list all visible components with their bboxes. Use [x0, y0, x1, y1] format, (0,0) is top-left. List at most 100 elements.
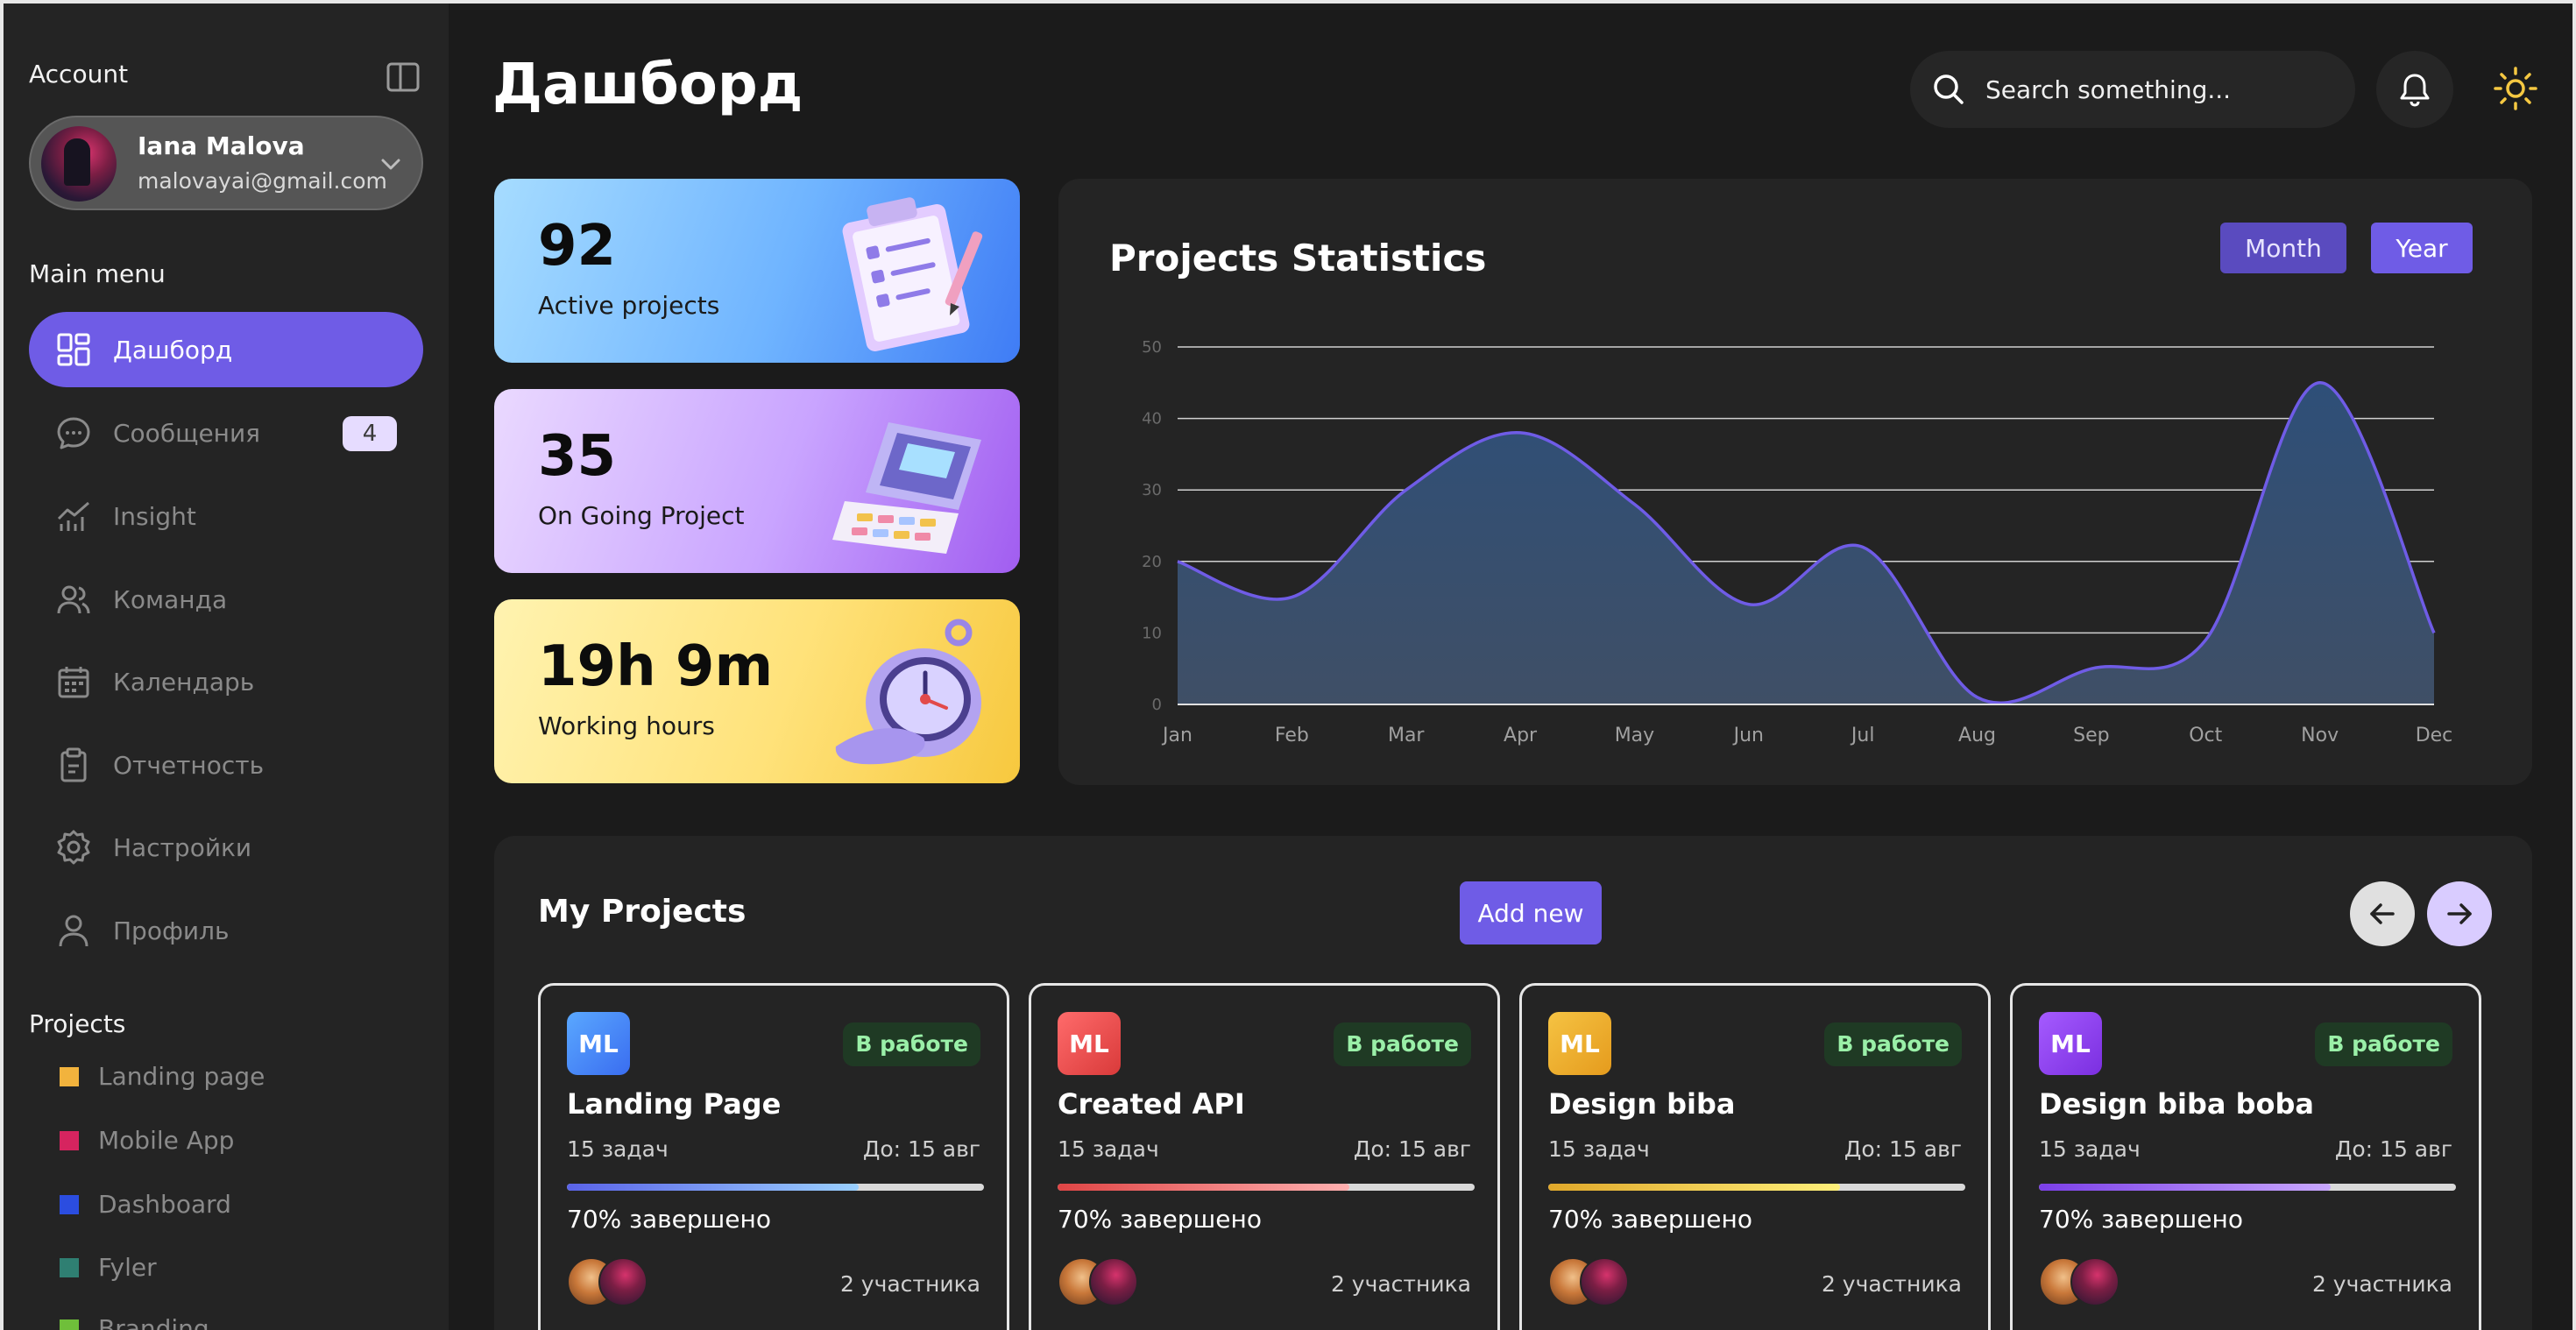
project-logo: ML [2039, 1012, 2102, 1075]
x-tick-label: Jul [1850, 725, 1875, 746]
add-new-button[interactable]: Add new [1460, 881, 1602, 944]
project-card[interactable]: ML В работе Design biba boba 15 задач До… [2010, 983, 2481, 1330]
member-avatars [567, 1257, 655, 1310]
due-date: До: 15 авг [862, 1136, 980, 1162]
project-card[interactable]: ML В работе Created API 15 задач До: 15 … [1029, 983, 1500, 1330]
search-bar[interactable]: Search something... [1910, 51, 2355, 128]
sidebar-project-label: Branding [98, 1314, 209, 1330]
project-color-swatch [60, 1319, 79, 1330]
sidebar-project-fyler[interactable]: Fyler [60, 1253, 157, 1282]
y-tick-label: 10 [1142, 624, 1162, 642]
progress-label: 70% завершено [567, 1205, 771, 1234]
project-card[interactable]: ML В работе Landing Page 15 задач До: 15… [538, 983, 1009, 1330]
account-heading: Account [29, 60, 129, 88]
period-year-button[interactable]: Year [2371, 223, 2473, 273]
sidebar-project-label: Dashboard [98, 1190, 231, 1219]
search-input[interactable]: Search something... [1985, 75, 2231, 104]
project-title: Created API [1058, 1087, 1245, 1121]
avatar [598, 1257, 648, 1306]
due-date: До: 15 авг [1353, 1136, 1471, 1162]
sidebar-item-label: Настройки [113, 832, 252, 862]
stat-card-working-hours[interactable]: 19h 9m Working hours [494, 599, 1020, 783]
chart-line-icon [57, 501, 89, 531]
stat-card-active-projects[interactable]: 92 Active projects [494, 179, 1020, 363]
account-switcher[interactable]: Iana Malova malovayai@gmail.com [29, 116, 423, 210]
theme-toggle-sun-icon[interactable] [2492, 65, 2539, 112]
progress-fill [567, 1184, 860, 1191]
task-count: 15 задач [2039, 1136, 2141, 1162]
gear-icon [57, 830, 90, 865]
user-icon [59, 915, 88, 947]
stat-value: 35 [538, 424, 617, 489]
x-tick-label: Dec [2416, 725, 2453, 746]
x-tick-label: Mar [1388, 725, 1425, 746]
sidebar-project-landing-page[interactable]: Landing page [60, 1062, 265, 1091]
app-window: Account Iana Malova malovayai@gmail.com … [0, 0, 2576, 1330]
chevron-down-icon [381, 159, 400, 170]
notifications-button[interactable] [2376, 51, 2453, 128]
sidebar-item-settings[interactable]: Настройки [29, 810, 423, 885]
sidebar-item-reports[interactable]: Отчетность [29, 727, 423, 803]
stat-value: 19h 9m [538, 634, 774, 699]
stat-label: Active projects [538, 291, 720, 320]
project-logo: ML [567, 1012, 630, 1075]
x-tick-label: Sep [2073, 725, 2109, 746]
stat-label: Working hours [538, 711, 715, 740]
x-tick-label: May [1615, 725, 1654, 746]
due-date: До: 15 авг [1844, 1136, 1962, 1162]
task-count: 15 задач [567, 1136, 669, 1162]
account-email: malovayai@gmail.com [138, 168, 387, 194]
x-tick-label: Jun [1732, 725, 1764, 746]
sidebar-toggle-icon[interactable] [386, 60, 421, 95]
sidebar-project-mobile-app[interactable]: Mobile App [60, 1126, 234, 1155]
carousel-next-button[interactable] [2427, 881, 2492, 946]
sidebar-item-calendar[interactable]: Календарь [29, 644, 423, 719]
dashboard-icon [57, 333, 90, 366]
projects-heading: Projects [29, 1009, 126, 1038]
progress-bar [1548, 1184, 1965, 1191]
project-card[interactable]: ML В работе Design biba 15 задач До: 15 … [1519, 983, 1991, 1330]
sidebar-item-label: Дашборд [113, 335, 233, 364]
stat-card-ongoing-projects[interactable]: 35 On Going Project [494, 389, 1020, 573]
clipboard-checklist-icon [842, 197, 983, 351]
sidebar-item-insight[interactable]: Insight [29, 478, 423, 554]
sidebar-item-dashboard[interactable]: Дашборд [29, 312, 423, 387]
projects-statistics-card: 0 10 20 30 40 50 Jan Feb Mar Apr May Jun Jul Aug Sep O… [1058, 179, 2532, 785]
page-title: Дашборд [492, 53, 803, 117]
calendar-icon [58, 667, 89, 698]
period-month-button[interactable]: Month [2220, 223, 2346, 273]
project-title: Design biba boba [2039, 1087, 2315, 1121]
member-count: 2 участника [1330, 1271, 1471, 1297]
sidebar-item-messages[interactable]: Сообщения 4 [29, 395, 423, 470]
stopwatch-icon [835, 619, 981, 765]
sidebar-item-label: Insight [113, 501, 196, 531]
task-count: 15 задач [1548, 1136, 1650, 1162]
sidebar-item-profile[interactable]: Профиль [29, 893, 423, 968]
progress-label: 70% завершено [1058, 1205, 1262, 1234]
x-tick-label: Apr [1504, 725, 1538, 746]
sidebar-project-label: Mobile App [98, 1126, 235, 1155]
status-badge: В работе [843, 1022, 980, 1066]
section-title: My Projects [538, 894, 747, 930]
account-name: Iana Malova [138, 131, 305, 160]
member-count: 2 участника [839, 1271, 980, 1297]
carousel-prev-button[interactable] [2350, 881, 2415, 946]
chat-icon [57, 417, 90, 449]
project-color-swatch [60, 1194, 79, 1214]
search-icon [1934, 74, 1964, 104]
progress-label: 70% завершено [1548, 1205, 1752, 1234]
status-badge: В работе [2315, 1022, 2452, 1066]
member-count: 2 участника [1821, 1271, 1962, 1297]
sidebar-item-team[interactable]: Команда [29, 562, 423, 637]
users-icon [57, 585, 90, 614]
progress-fill [1548, 1184, 1841, 1191]
sidebar-project-dashboard[interactable]: Dashboard [60, 1190, 231, 1219]
project-title: Landing Page [567, 1087, 782, 1121]
avatar [1089, 1257, 1138, 1306]
main-menu-heading: Main menu [29, 259, 166, 288]
avatar [2070, 1257, 2120, 1306]
avatar [41, 126, 117, 202]
due-date: До: 15 авг [2334, 1136, 2452, 1162]
sidebar-project-branding[interactable]: Branding [60, 1314, 209, 1330]
stat-value: 92 [538, 214, 617, 279]
